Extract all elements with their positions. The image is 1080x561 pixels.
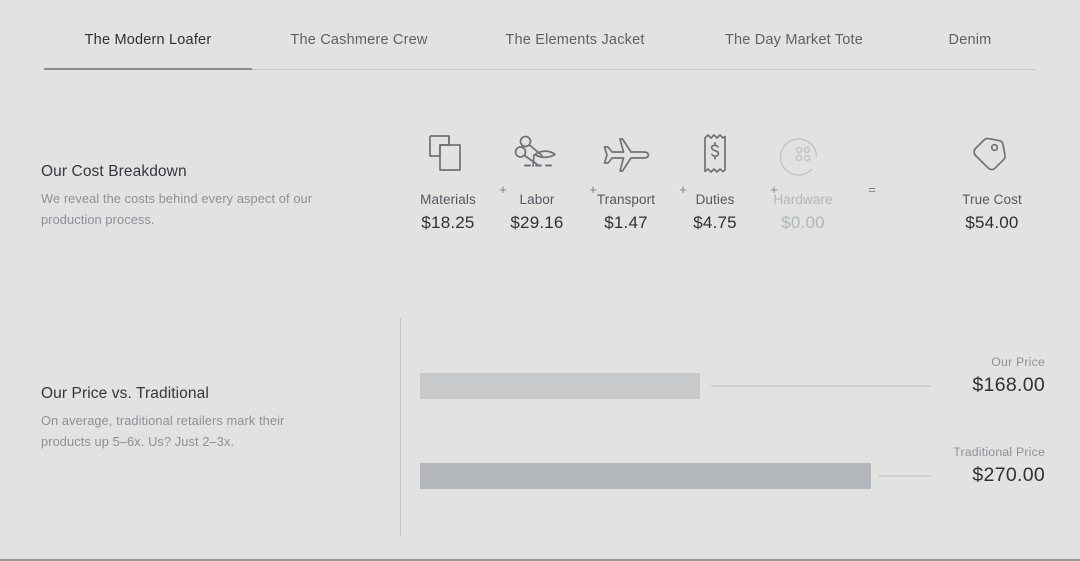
- cost-item-value: $54.00: [965, 213, 1019, 232]
- tab-the-day-market-tote[interactable]: The Day Market Tote: [684, 18, 904, 62]
- cost-transparency-page: The Modern Loafer The Cashmere Crew The …: [0, 0, 1080, 561]
- tab-label: The Cashmere Crew: [290, 32, 428, 48]
- bar-labels-our-price: Our Price $168.00: [845, 355, 1045, 397]
- product-tabbar: The Modern Loafer The Cashmere Crew The …: [44, 18, 1036, 70]
- bar-amount: $168.00: [972, 374, 1045, 396]
- active-tab-indicator: [44, 68, 252, 70]
- cost-breakdown-title: Our Cost Breakdown: [41, 163, 187, 180]
- tab-the-cashmere-crew[interactable]: The Cashmere Crew: [252, 18, 466, 62]
- bar-row-traditional-price: Traditional Price $270.00: [420, 445, 1045, 505]
- tab-label: The Elements Jacket: [505, 32, 645, 48]
- tab-label: The Day Market Tote: [724, 32, 864, 48]
- cost-item-hardware[interactable]: Hardware $0.00: [751, 126, 855, 233]
- tab-label: The Modern Loafer: [84, 32, 212, 48]
- cost-item-name: Hardware: [773, 192, 833, 207]
- bar-caption: Traditional Price: [953, 445, 1045, 459]
- bar-fill-our-price: [420, 373, 700, 399]
- bar-fill-traditional-price: [420, 463, 871, 489]
- operator-equals: =: [868, 182, 876, 197]
- bar-amount: $270.00: [972, 464, 1045, 486]
- price-comparison-chart: Our Price $168.00 Traditional Price $270…: [400, 318, 1045, 536]
- cost-item-true-cost[interactable]: True Cost $54.00: [940, 126, 1044, 233]
- bar-row-our-price: Our Price $168.00: [420, 355, 1045, 415]
- tab-label: Denim: [948, 32, 992, 48]
- tab-the-modern-loafer[interactable]: The Modern Loafer: [44, 18, 252, 62]
- price-comparison-title: Our Price vs. Traditional: [41, 385, 209, 402]
- price-comparison-description: On average, traditional retailers mark t…: [41, 413, 285, 449]
- price-tag-icon: [940, 126, 1044, 182]
- tab-the-elements-jacket[interactable]: The Elements Jacket: [466, 18, 684, 62]
- cost-breakdown-row: Materials $18.25 + Labor $29.16 + Transp…: [396, 126, 1044, 246]
- cost-breakdown-description: We reveal the costs behind every aspect …: [41, 191, 313, 227]
- cost-breakdown-heading-block: Our Cost Breakdown We reveal the costs b…: [41, 163, 331, 230]
- cost-item-value: $0.00: [781, 213, 825, 232]
- price-comparison-heading-block: Our Price vs. Traditional On average, tr…: [41, 385, 331, 452]
- tab-denim[interactable]: Denim: [904, 18, 1036, 62]
- button-icon: [751, 126, 855, 182]
- cost-item-name: True Cost: [962, 192, 1022, 207]
- bar-labels-traditional-price: Traditional Price $270.00: [845, 445, 1045, 487]
- bar-caption: Our Price: [991, 355, 1045, 369]
- tab-list: The Modern Loafer The Cashmere Crew The …: [44, 18, 1036, 69]
